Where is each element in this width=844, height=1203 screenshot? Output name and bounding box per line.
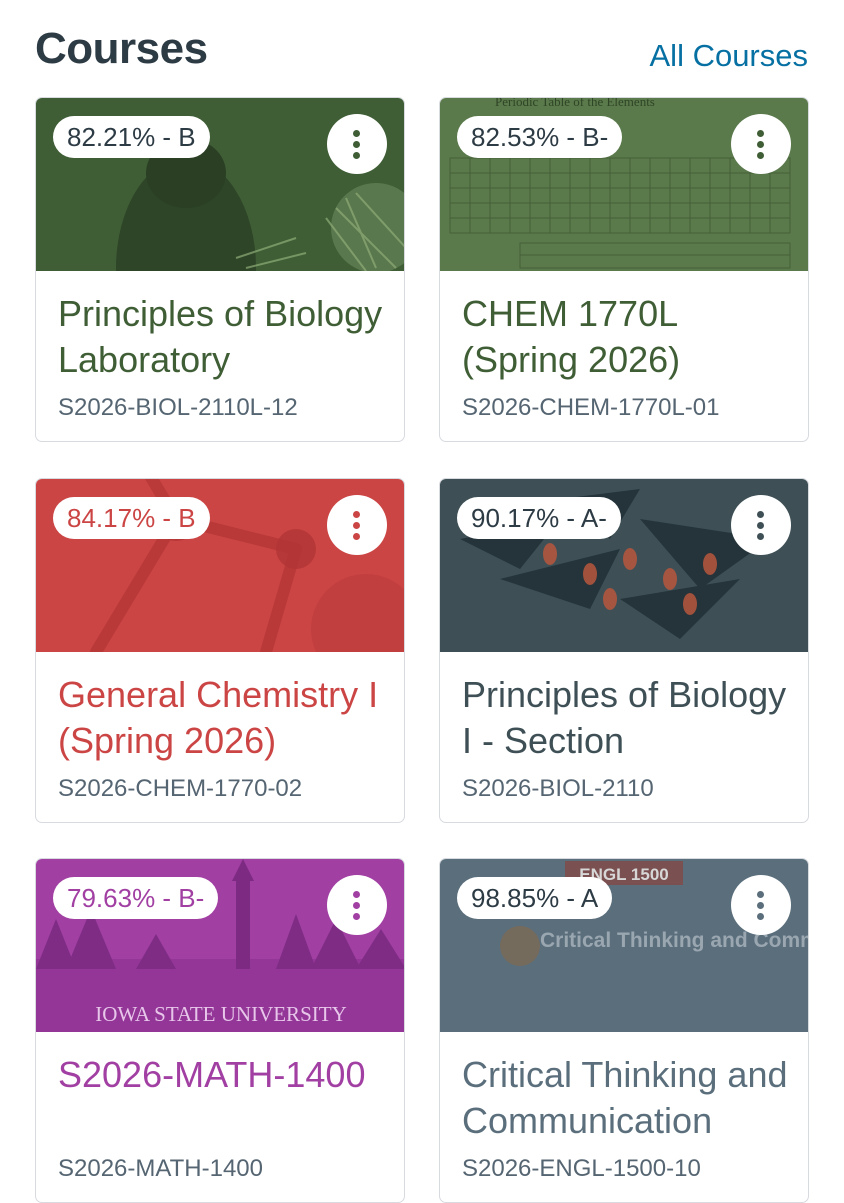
course-card[interactable]: 82.21% - B Principles of Biology Laborat…: [35, 97, 405, 442]
image-caption: Periodic Table of the Elements: [495, 98, 655, 109]
course-image[interactable]: ENGL 1500 Critical Thinking and Communic…: [440, 859, 808, 1032]
course-code: S2026-MATH-1400: [58, 1155, 263, 1182]
grade-badge: 84.17% - B: [53, 497, 210, 539]
course-image[interactable]: 82.21% - B: [36, 98, 404, 271]
course-card[interactable]: ENGL 1500 Critical Thinking and Communic…: [439, 858, 809, 1203]
course-image[interactable]: 84.17% - B: [36, 479, 404, 652]
course-options-button[interactable]: [327, 114, 387, 174]
dot-icon: [353, 533, 360, 540]
course-card[interactable]: Periodic Table of the Elements 82.53% - …: [439, 97, 809, 442]
dot-icon: [353, 141, 360, 148]
dot-icon: [757, 511, 764, 518]
page-title: Courses: [35, 24, 208, 73]
course-card[interactable]: 90.17% - A- Principles of Biology I - Se…: [439, 478, 809, 823]
course-card[interactable]: IOWA STATE UNIVERSITY 79.63% - B- S2026-…: [35, 858, 405, 1203]
course-options-button[interactable]: [327, 495, 387, 555]
dot-icon: [353, 891, 360, 898]
course-title[interactable]: Principles of Biology Laboratory: [58, 291, 388, 383]
dot-icon: [353, 902, 360, 909]
course-title[interactable]: General Chemistry I (Spring 2026): [58, 672, 388, 764]
course-options-button[interactable]: [731, 114, 791, 174]
dot-icon: [757, 152, 764, 159]
course-code: S2026-BIOL-2110L-12: [58, 394, 298, 421]
course-code: S2026-CHEM-1770-02: [58, 775, 303, 802]
dot-icon: [757, 891, 764, 898]
course-image[interactable]: IOWA STATE UNIVERSITY 79.63% - B-: [36, 859, 404, 1032]
page-header: Courses All Courses: [35, 24, 808, 84]
grade-badge: 82.53% - B-: [457, 116, 623, 158]
course-card[interactable]: 84.17% - B General Chemistry I (Spring 2…: [35, 478, 405, 823]
course-options-button[interactable]: [327, 875, 387, 935]
course-code: S2026-BIOL-2110: [462, 775, 654, 802]
dot-icon: [757, 522, 764, 529]
dot-icon: [353, 152, 360, 159]
university-wordmark: IOWA STATE UNIVERSITY: [95, 1002, 346, 1026]
dot-icon: [757, 533, 764, 540]
course-title[interactable]: S2026-MATH-1400: [58, 1052, 388, 1098]
dot-icon: [757, 141, 764, 148]
dot-icon: [353, 130, 360, 137]
course-image[interactable]: 90.17% - A-: [440, 479, 808, 652]
course-image[interactable]: Periodic Table of the Elements 82.53% - …: [440, 98, 808, 271]
course-options-button[interactable]: [731, 875, 791, 935]
all-courses-link[interactable]: All Courses: [650, 38, 809, 74]
course-title[interactable]: CHEM 1770L (Spring 2026): [462, 291, 792, 383]
course-code: S2026-CHEM-1770L-01: [462, 394, 720, 421]
grade-badge: 90.17% - A-: [457, 497, 621, 539]
dot-icon: [757, 902, 764, 909]
grade-badge: 98.85% - A: [457, 877, 613, 919]
course-title[interactable]: Critical Thinking and Communication: [462, 1052, 792, 1144]
dot-icon: [353, 511, 360, 518]
grade-badge: 79.63% - B-: [53, 877, 219, 919]
grade-badge: 82.21% - B: [53, 116, 210, 158]
course-code: S2026-ENGL-1500-10: [462, 1155, 701, 1182]
dot-icon: [353, 913, 360, 920]
dot-icon: [757, 130, 764, 137]
course-title[interactable]: Principles of Biology I - Section: [462, 672, 792, 764]
dot-icon: [353, 522, 360, 529]
dot-icon: [757, 913, 764, 920]
course-options-button[interactable]: [731, 495, 791, 555]
